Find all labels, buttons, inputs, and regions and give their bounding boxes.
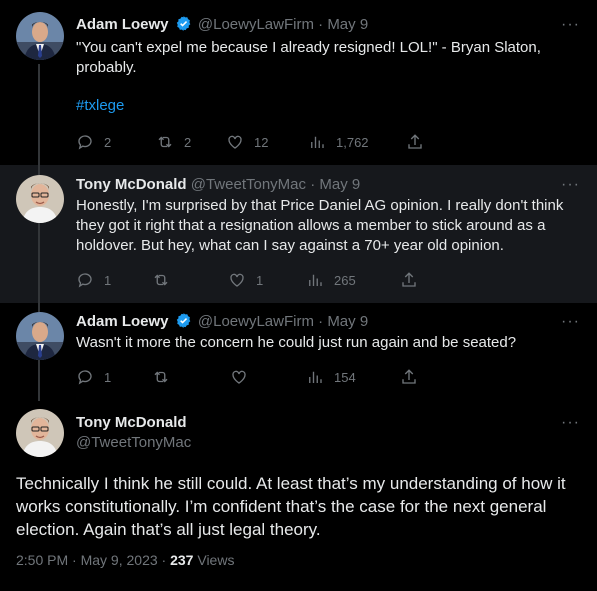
tweet-header: Adam Loewy @LoewyLawFirm · May 9 bbox=[76, 312, 368, 332]
tweet-text: Wasn't it more the concern he could just… bbox=[76, 334, 517, 351]
verified-badge-icon bbox=[176, 16, 191, 31]
tweet-text: "You can't expel me because I already re… bbox=[76, 38, 581, 116]
main-tweet-meta: 2:50 PM · May 9, 2023 · 237 Views bbox=[16, 551, 234, 569]
more-horizontal-icon[interactable]: ··· bbox=[561, 17, 579, 38]
main-tweet-text: Technically I think he still could. At l… bbox=[16, 474, 566, 539]
tweet-actions: 1 1 265 bbox=[76, 270, 436, 290]
reply-button[interactable]: 1 bbox=[76, 270, 111, 290]
views-button[interactable]: 265 bbox=[306, 270, 356, 290]
retweet-icon bbox=[158, 136, 172, 148]
thread-connector bbox=[38, 64, 40, 165]
verified-badge-icon bbox=[176, 313, 191, 328]
retweet-icon bbox=[154, 371, 168, 383]
hashtag-link[interactable]: #txlege bbox=[76, 96, 581, 116]
thread-connector bbox=[38, 223, 40, 303]
tweet-text: Honestly, I'm surprised by that Price Da… bbox=[76, 197, 564, 254]
retweet-button[interactable] bbox=[152, 270, 170, 290]
views-count: 237 bbox=[170, 552, 194, 568]
more-horizontal-icon[interactable]: ··· bbox=[561, 415, 579, 436]
views-count: 1,762 bbox=[336, 134, 369, 150]
views-chart-icon bbox=[309, 371, 322, 383]
tweet-header: Tony McDonald @TweetTonyMac · May 9 bbox=[76, 175, 360, 195]
separator-dot: · bbox=[72, 552, 77, 568]
avatar-tony-mcdonald[interactable] bbox=[16, 175, 64, 223]
tweet-actions: 2 2 12 1,762 bbox=[76, 132, 436, 152]
author-name[interactable]: Tony McDonald bbox=[76, 176, 187, 193]
share-icon bbox=[402, 369, 416, 384]
reply-button[interactable]: 1 bbox=[76, 367, 111, 387]
tweet-adam-loewy-1[interactable]: Adam Loewy @LoewyLawFirm · May 9 ··· "Yo… bbox=[0, 0, 597, 165]
thread-connector bbox=[38, 303, 40, 312]
tweet-header: Adam Loewy @LoewyLawFirm · May 9 bbox=[76, 15, 368, 35]
author-handle[interactable]: @LoewyLawFirm bbox=[198, 16, 314, 33]
views-label: Views bbox=[197, 552, 235, 568]
avatar-adam-loewy[interactable] bbox=[16, 12, 64, 60]
like-count: 12 bbox=[254, 134, 269, 150]
like-button[interactable]: 1 bbox=[228, 270, 263, 290]
tweet-date[interactable]: May 9 bbox=[327, 313, 368, 330]
retweet-button[interactable] bbox=[152, 367, 170, 387]
author-name[interactable]: Tony McDonald bbox=[76, 413, 191, 433]
separator-dot: · bbox=[161, 552, 167, 568]
retweet-button[interactable]: 2 bbox=[156, 132, 191, 152]
thread-connector bbox=[38, 165, 40, 175]
heart-icon bbox=[230, 273, 244, 287]
reply-button[interactable]: 2 bbox=[76, 132, 111, 152]
views-chart-icon bbox=[309, 274, 322, 286]
avatar-adam-loewy[interactable] bbox=[16, 312, 64, 360]
reply-icon bbox=[78, 135, 92, 150]
reply-count: 1 bbox=[104, 272, 112, 288]
author-handle[interactable]: @TweetTonyMac bbox=[76, 433, 191, 453]
share-icon bbox=[408, 134, 422, 149]
views-count: 265 bbox=[334, 272, 356, 288]
like-button[interactable]: 12 bbox=[226, 132, 268, 152]
tweet-date[interactable]: May 9, 2023 bbox=[81, 552, 158, 568]
thread-connector bbox=[38, 360, 40, 401]
separator-dot: · bbox=[318, 16, 324, 33]
separator-dot: · bbox=[310, 176, 316, 193]
views-button[interactable]: 154 bbox=[306, 367, 356, 387]
heart-icon bbox=[232, 370, 246, 384]
author-name[interactable]: Adam Loewy bbox=[76, 313, 169, 330]
main-tweet: Tony McDonald @TweetTonyMac ··· Technica… bbox=[0, 401, 597, 591]
author-handle[interactable]: @TweetTonyMac bbox=[191, 176, 306, 193]
retweet-icon bbox=[154, 274, 168, 286]
share-button[interactable] bbox=[400, 367, 418, 387]
author-name[interactable]: Adam Loewy bbox=[76, 16, 169, 33]
reply-count: 2 bbox=[104, 134, 112, 150]
retweet-count: 2 bbox=[184, 134, 192, 150]
heart-icon bbox=[228, 135, 242, 149]
avatar-tony-mcdonald[interactable] bbox=[16, 409, 64, 457]
views-chart-icon bbox=[311, 136, 324, 148]
tweet-date[interactable]: May 9 bbox=[327, 16, 368, 33]
share-icon bbox=[402, 272, 416, 287]
tweet-actions: 1 154 bbox=[76, 367, 436, 387]
views-count: 154 bbox=[334, 369, 356, 385]
reply-icon bbox=[78, 370, 92, 385]
separator-dot: · bbox=[318, 313, 324, 330]
tweet-adam-loewy-2[interactable]: Adam Loewy @LoewyLawFirm · May 9 ··· Was… bbox=[0, 303, 597, 401]
author-handle[interactable]: @LoewyLawFirm bbox=[198, 313, 314, 330]
main-tweet-header: Tony McDonald @TweetTonyMac bbox=[76, 413, 191, 453]
tweet-tony-mcdonald-1[interactable]: Tony McDonald @TweetTonyMac · May 9 ··· … bbox=[0, 165, 597, 303]
like-button[interactable] bbox=[230, 367, 248, 387]
tweet-text-content: "You can't expel me because I already re… bbox=[76, 39, 541, 76]
tweet-date[interactable]: May 9 bbox=[319, 176, 360, 193]
tweet-time[interactable]: 2:50 PM bbox=[16, 552, 68, 568]
views-button[interactable]: 1,762 bbox=[308, 132, 369, 152]
reply-icon bbox=[78, 273, 92, 288]
share-button[interactable] bbox=[400, 270, 418, 290]
like-count: 1 bbox=[256, 272, 264, 288]
reply-count: 1 bbox=[104, 369, 112, 385]
share-button[interactable] bbox=[406, 132, 424, 152]
